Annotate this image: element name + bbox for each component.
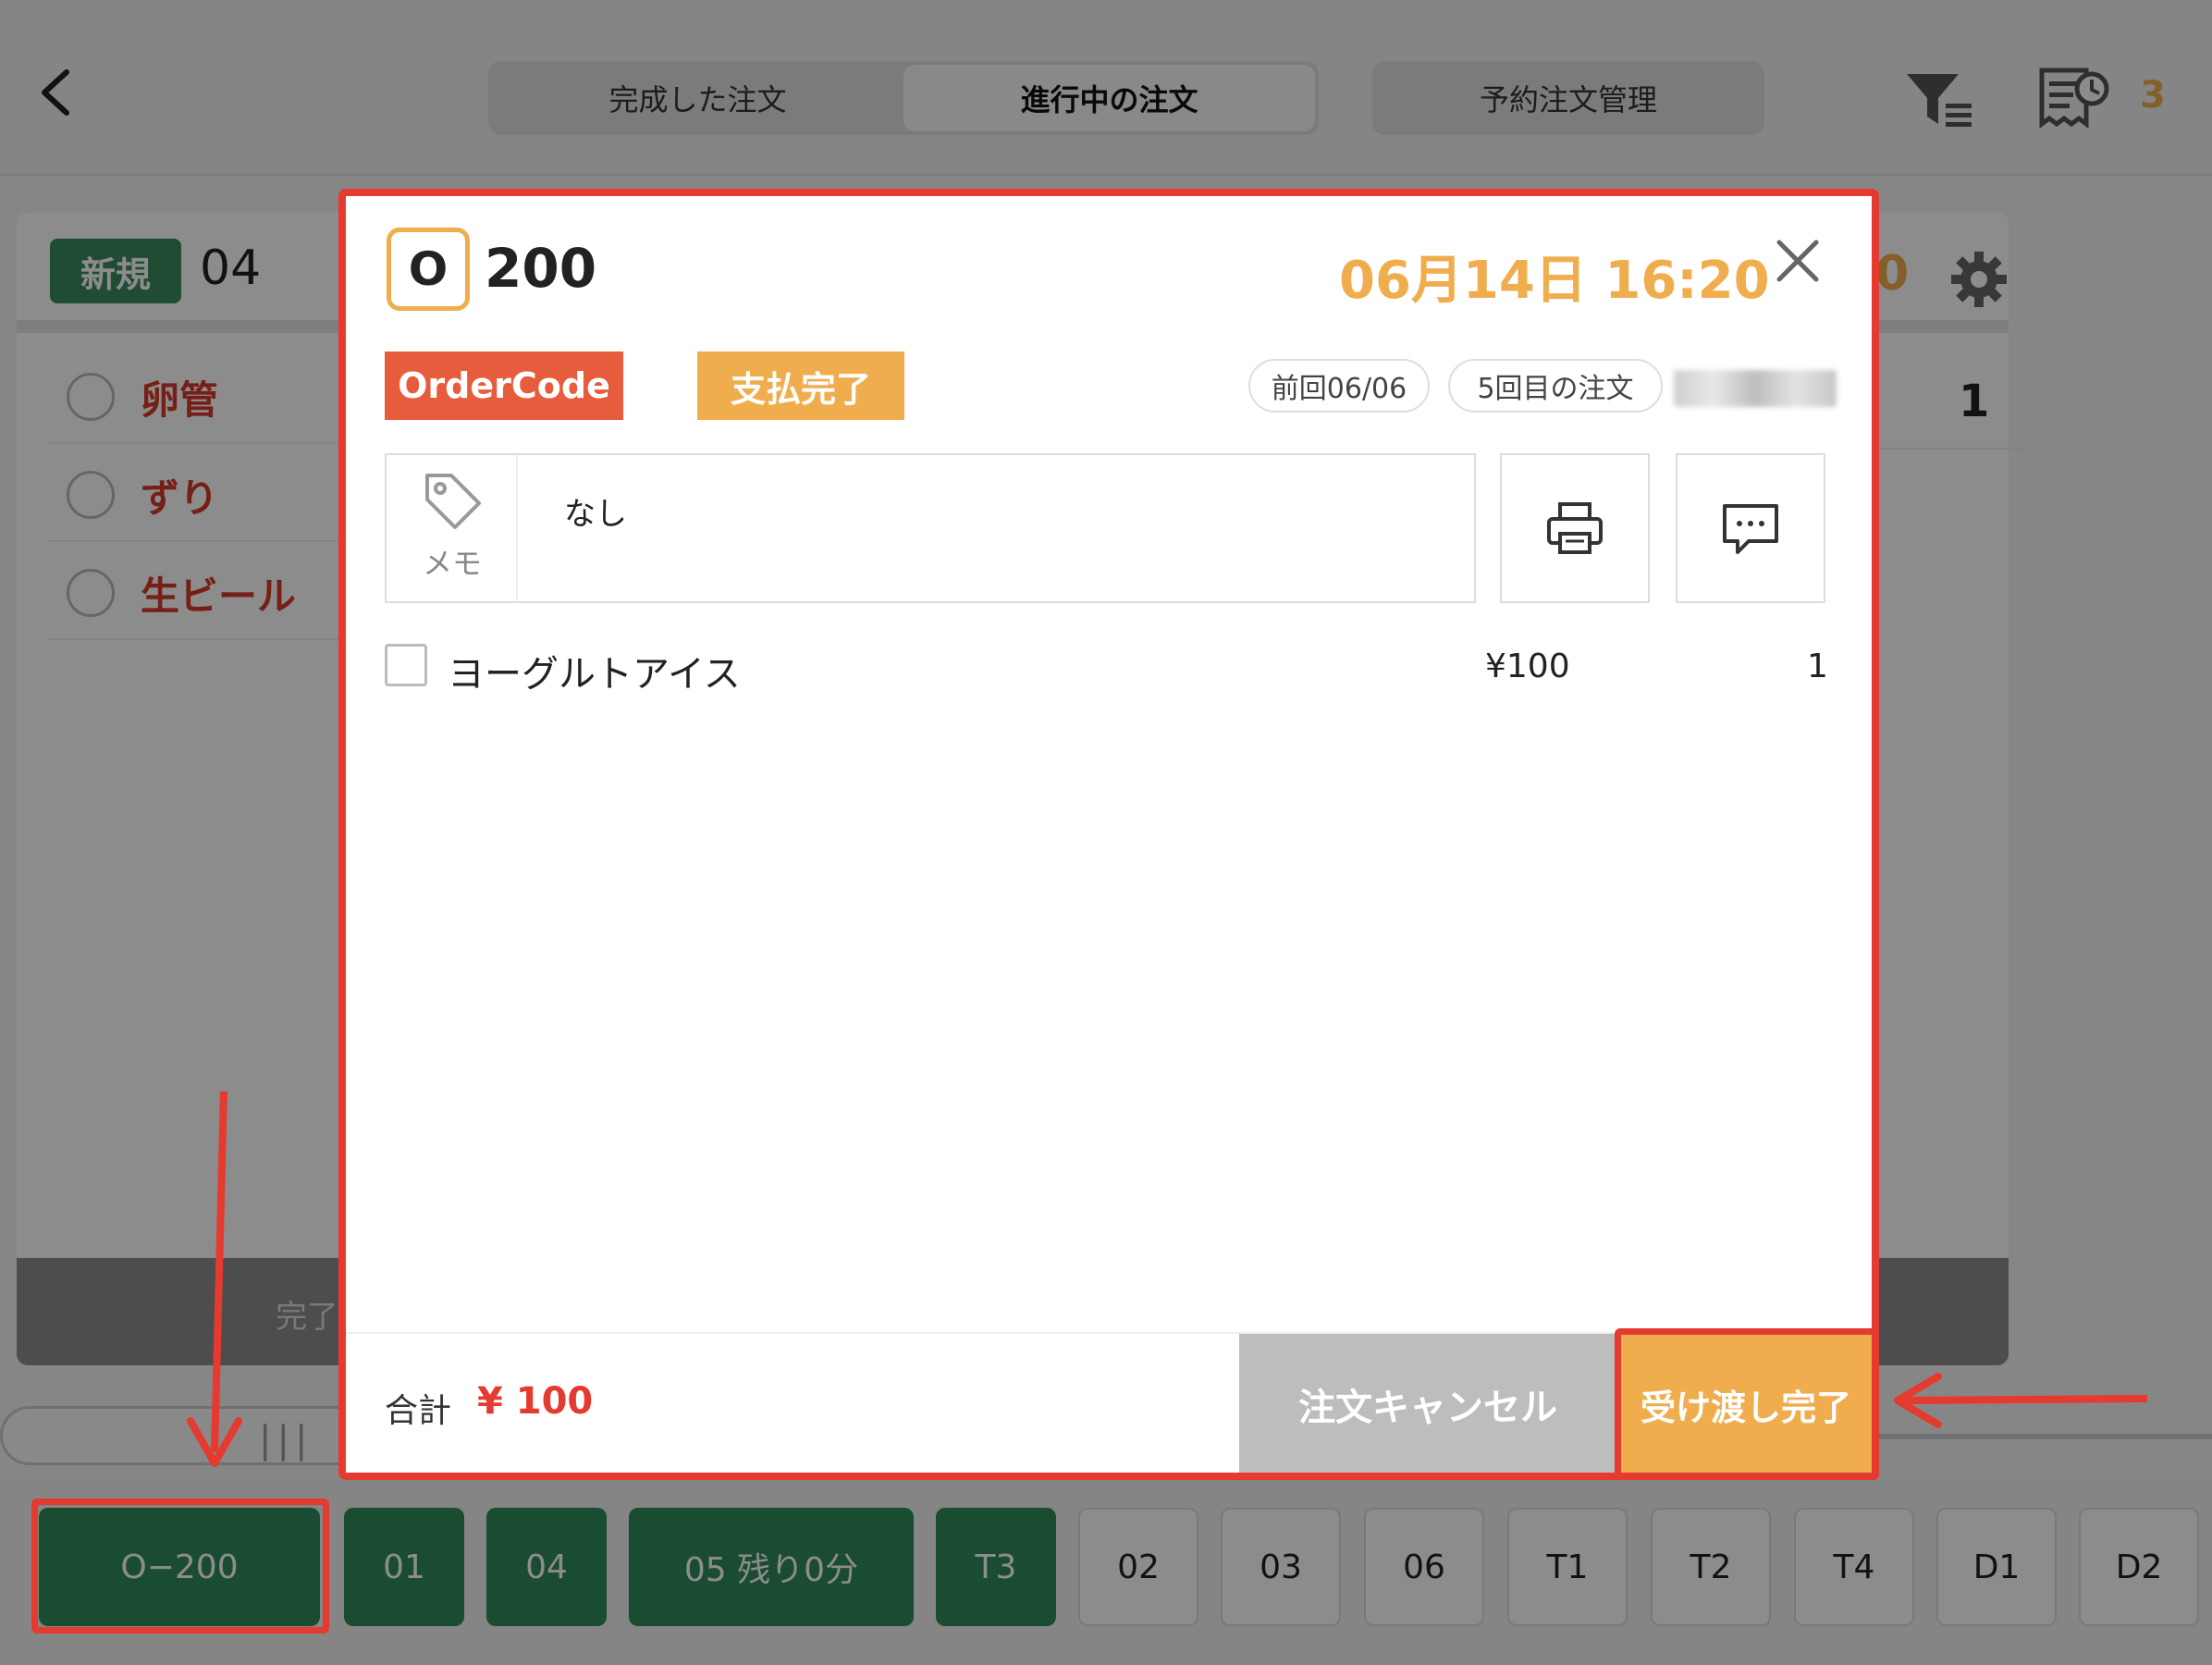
- order-code-tag: OrderCode: [385, 352, 623, 420]
- memo-label: メモ: [422, 546, 482, 581]
- total-amount: ¥ 100: [477, 1380, 594, 1423]
- modal-footer: 合計 ¥ 100 注文キャンセル 受け渡し完了: [346, 1332, 1872, 1474]
- memo-icon-area: メモ: [387, 455, 518, 601]
- item-name: ヨーグルトアイス: [448, 653, 741, 696]
- customer-name-redacted: [1674, 370, 1837, 407]
- message-button[interactable]: [1676, 453, 1825, 603]
- memo-box: メモ なし: [385, 453, 1476, 603]
- item-price: ¥100: [1485, 648, 1570, 685]
- order-item-row: ヨーグルトアイス ¥100 1: [385, 635, 1828, 699]
- printer-icon: [1547, 502, 1603, 554]
- item-quantity: 1: [1807, 648, 1828, 685]
- memo-text: なし: [564, 496, 627, 533]
- order-detail-modal: O 200 06月14日 16:20 OrderCode 支払完了 前回06/0…: [346, 196, 1872, 1474]
- print-button[interactable]: [1500, 453, 1650, 603]
- payment-status-tag: 支払完了: [697, 352, 904, 420]
- close-icon[interactable]: [1770, 233, 1825, 289]
- chat-bubble-icon: [1723, 504, 1778, 554]
- handover-complete-button[interactable]: 受け渡し完了: [1620, 1334, 1872, 1474]
- price-tag-icon: [425, 474, 481, 529]
- previous-visit-pill: 前回06/06: [1248, 359, 1430, 413]
- order-type-badge: O: [387, 228, 470, 311]
- order-count-pill: 5回目の注文: [1448, 359, 1663, 413]
- order-number: 200: [485, 237, 597, 300]
- cancel-order-button[interactable]: 注文キャンセル: [1239, 1334, 1616, 1474]
- item-checkbox[interactable]: [385, 644, 427, 686]
- total-label: 合計: [385, 1392, 452, 1430]
- order-datetime: 06月14日 16:20: [1339, 251, 1770, 311]
